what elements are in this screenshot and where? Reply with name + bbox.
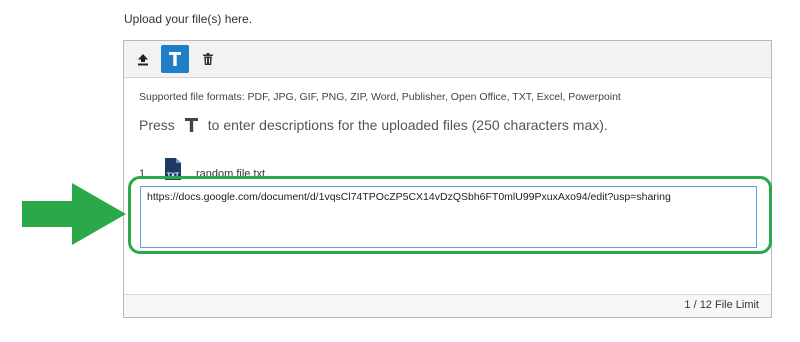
file-type-label: TXT xyxy=(167,172,179,179)
delete-button[interactable] xyxy=(194,45,222,73)
list-item: 1. TXT random file.txt xyxy=(139,158,265,180)
file-limit-text: 1 / 12 File Limit xyxy=(684,299,759,311)
file-name-link[interactable]: random file.txt xyxy=(196,168,265,180)
text-t-icon xyxy=(184,118,198,132)
file-description-input[interactable] xyxy=(140,186,757,248)
uploader-toolbar xyxy=(124,41,771,78)
description-button[interactable] xyxy=(161,45,189,73)
upload-button[interactable] xyxy=(129,45,157,73)
hint-text-before: Press xyxy=(139,117,175,133)
supported-formats-text: Supported file formats: PDF, JPG, GIF, P… xyxy=(139,91,621,103)
uploader-footer: 1 / 12 File Limit xyxy=(124,294,771,317)
txt-file-icon: TXT xyxy=(161,158,183,180)
description-hint: Press to enter descriptions for the uplo… xyxy=(139,117,608,133)
file-number: 1. xyxy=(139,168,149,180)
trash-icon xyxy=(203,53,213,65)
text-t-icon xyxy=(169,52,181,66)
intro-text: Upload your file(s) here. xyxy=(124,12,253,26)
hint-text-after: to enter descriptions for the uploaded f… xyxy=(207,117,608,133)
file-uploader: Supported file formats: PDF, JPG, GIF, P… xyxy=(123,40,772,318)
upload-icon xyxy=(138,53,148,65)
green-arrow-icon xyxy=(22,183,126,245)
